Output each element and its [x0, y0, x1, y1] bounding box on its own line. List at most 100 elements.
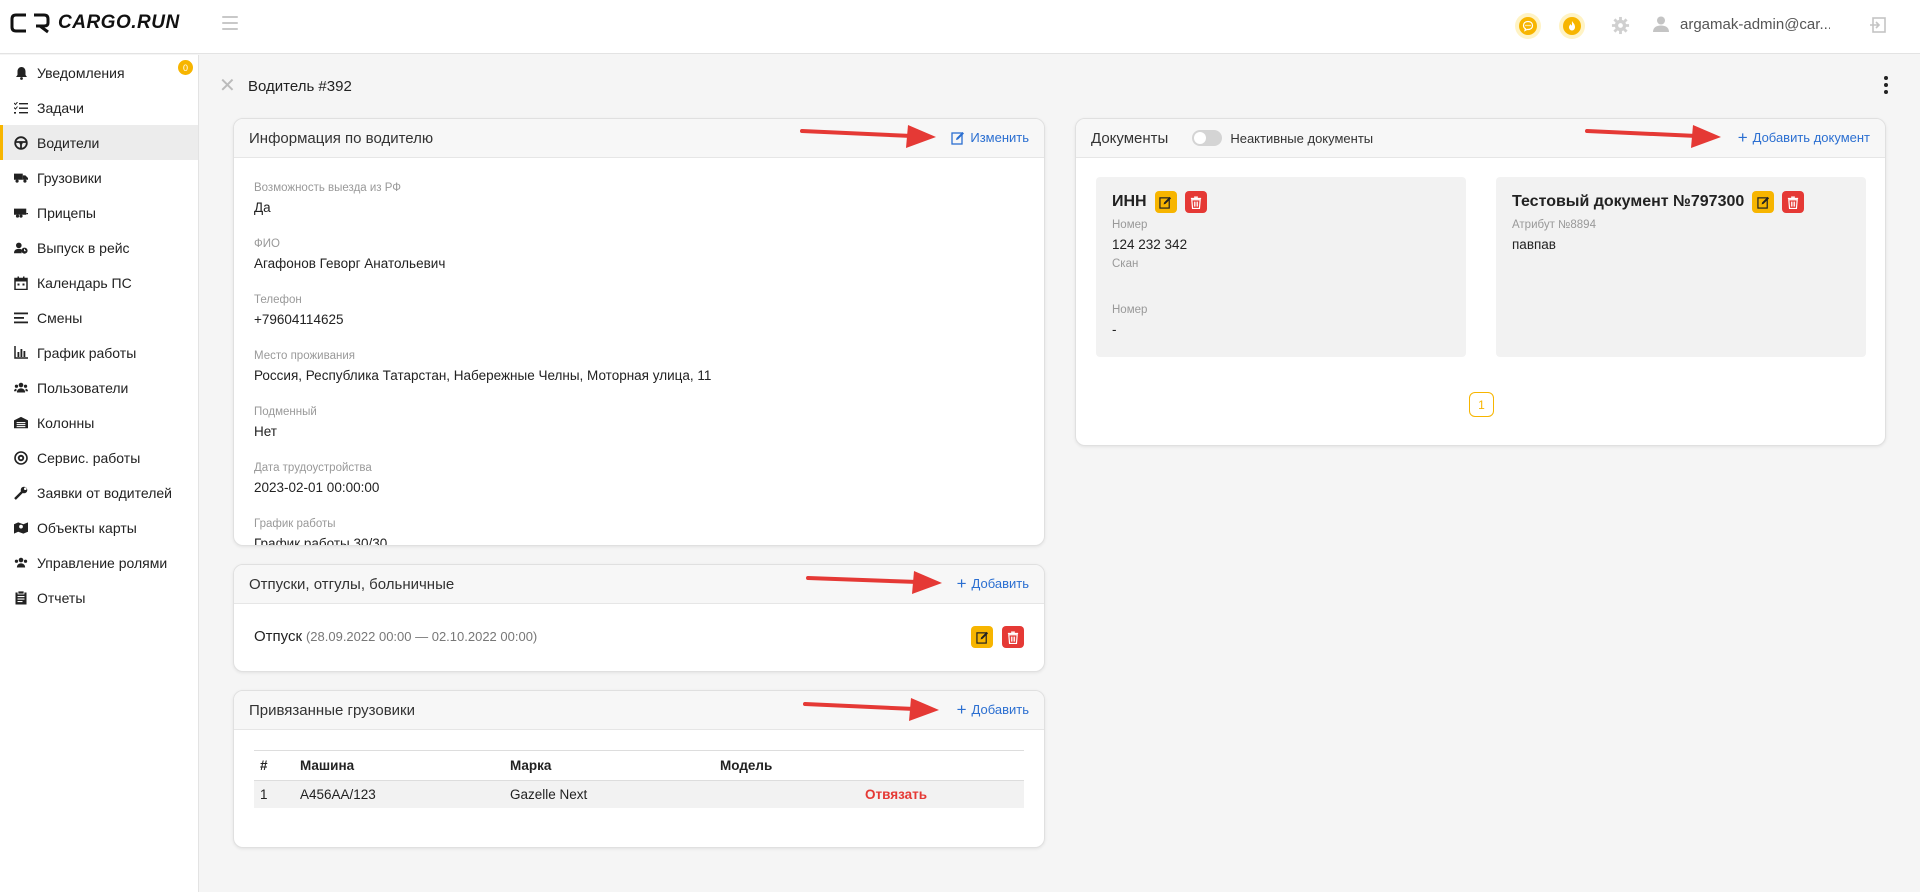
annotation-arrow	[803, 698, 939, 721]
sidebar-item-shifts[interactable]: Смены	[0, 300, 198, 335]
sidebar-item-label: Смены	[37, 309, 83, 326]
add-truck-button[interactable]: + Добавить	[957, 701, 1029, 718]
sidebar-item-notifications[interactable]: Уведомления 0	[0, 55, 198, 90]
annotation-arrow	[806, 571, 942, 594]
bars-icon	[14, 311, 28, 325]
sidebar-item-label: Объекты карты	[37, 519, 137, 536]
roles-icon	[14, 556, 28, 570]
sidebar-item-map-objects[interactable]: Объекты карты	[0, 510, 198, 545]
cell-car: А456АА/123	[294, 780, 504, 808]
driver-info-card: Информация по водителю Изменить Возможно…	[233, 118, 1045, 546]
calendar-icon	[14, 276, 28, 290]
document-field-value: -	[1112, 322, 1117, 337]
sidebar-item-tasks[interactable]: Задачи	[0, 90, 198, 125]
field-substitute: Подменный Нет	[254, 406, 1024, 456]
document-title: ИНН	[1112, 193, 1147, 210]
garage-icon	[14, 416, 28, 430]
cell-model	[714, 780, 859, 808]
logout-icon[interactable]	[1869, 16, 1887, 34]
edit-icon	[1757, 196, 1769, 209]
sidebar-item-label: Пользователи	[37, 379, 129, 396]
vacation-range: (28.09.2022 00:00 — 02.10.2022 00:00)	[305, 629, 538, 644]
column-header: Модель	[714, 750, 859, 781]
field-value: +79604114625	[254, 312, 344, 327]
document-field-label: Номер	[1112, 219, 1148, 231]
sidebar-item-label: Колонны	[37, 414, 95, 431]
field-hire-date: Дата трудоустройства 2023-02-01 00:00:00	[254, 462, 1024, 512]
trucks-table: # Машина Марка Модель 1 А456АА/123 Gazel…	[254, 750, 1024, 808]
delete-vacation-button[interactable]	[1002, 626, 1024, 648]
document-title-row: ИНН	[1112, 191, 1450, 213]
sidebar-item-label: Водители	[37, 134, 100, 151]
user-menu[interactable]: argamak-admin@car...	[1652, 15, 1830, 33]
add-document-button[interactable]: + Добавить документ	[1738, 129, 1870, 146]
edit-icon	[975, 631, 988, 644]
field-fio: ФИО Агафонов Геворг Анатольевич	[254, 238, 1024, 288]
chat-icon[interactable]	[1515, 13, 1541, 39]
field-address: Место проживания Россия, Республика Тата…	[254, 350, 1024, 400]
sidebar-item-label: Грузовики	[37, 169, 102, 186]
top-header: CARGO.RUN argamak-admin@car...	[0, 0, 1920, 54]
document-field-value	[1112, 276, 1450, 294]
field-value: Агафонов Геворг Анатольевич	[254, 256, 446, 271]
sidebar-item-schedule[interactable]: График работы	[0, 335, 198, 370]
sidebar-item-trucks[interactable]: Грузовики	[0, 160, 198, 195]
edit-button[interactable]: Изменить	[951, 130, 1029, 145]
delete-document-button[interactable]	[1184, 191, 1207, 213]
edit-document-button[interactable]	[1154, 191, 1177, 213]
trash-icon	[1788, 195, 1799, 209]
sidebar-item-users[interactable]: Пользователи	[0, 370, 198, 405]
page-title: Водитель #392	[248, 78, 352, 95]
logo-mark-icon	[10, 13, 50, 34]
menu-toggle-icon[interactable]	[222, 16, 238, 30]
sidebar-item-driver-requests[interactable]: Заявки от водителей	[0, 475, 198, 510]
field-label: Возможность выезда из РФ	[254, 182, 402, 194]
add-vacation-button[interactable]: + Добавить	[957, 575, 1029, 592]
sidebar-item-roles[interactable]: Управление ролями	[0, 545, 198, 580]
sidebar-item-label: Выпуск в рейс	[37, 239, 130, 256]
card-title: Информация по водителю	[249, 129, 434, 147]
sidebar-item-columns[interactable]: Колонны	[0, 405, 198, 440]
sidebar-item-drivers[interactable]: Водители	[0, 125, 198, 160]
sidebar: Уведомления 0 Задачи Водители Грузовики …	[0, 55, 199, 892]
add-label: Добавить	[971, 702, 1029, 717]
field-value: Россия, Республика Татарстан, Набережные…	[254, 368, 712, 383]
cell-actions: Отвязать	[859, 780, 1024, 808]
sidebar-item-label: Заявки от водителей	[37, 484, 172, 501]
driver-fields: Возможность выезда из РФ Да ФИО Агафонов…	[234, 158, 1044, 546]
field-value: 2023-02-01 00:00:00	[254, 480, 380, 495]
sidebar-item-service[interactable]: Сервис. работы	[0, 440, 198, 475]
column-header: #	[254, 750, 294, 781]
user-name: argamak-admin@car...	[1680, 15, 1830, 33]
edit-vacation-button[interactable]	[971, 626, 993, 648]
sidebar-item-calendar[interactable]: Календарь ПС	[0, 265, 198, 300]
edit-icon	[1159, 196, 1172, 209]
sidebar-item-trip-release[interactable]: Выпуск в рейс	[0, 230, 198, 265]
field-label: Телефон	[254, 294, 302, 306]
sidebar-item-label: Уведомления	[37, 64, 125, 81]
sidebar-item-reports[interactable]: Отчеты	[0, 580, 198, 615]
logo-text: CARGO.RUN	[58, 12, 180, 33]
gear-icon[interactable]	[1611, 16, 1630, 35]
trash-icon	[1190, 195, 1201, 209]
user-icon	[1653, 16, 1669, 32]
logo[interactable]: CARGO.RUN	[10, 12, 180, 34]
tasks-icon	[14, 101, 28, 115]
field-value: График работы 30/30	[254, 536, 388, 546]
field-work-schedule: График работы График работы 30/30	[254, 518, 1024, 546]
notification-badge: 0	[178, 60, 193, 75]
close-icon[interactable]: ✕	[219, 76, 236, 96]
trucks-table-wrap: # Машина Марка Модель 1 А456АА/123 Gazel…	[234, 730, 1044, 808]
fire-icon[interactable]	[1559, 13, 1585, 39]
field-value: Нет	[254, 424, 277, 439]
edit-document-button[interactable]	[1752, 191, 1775, 213]
sidebar-item-label: Отчеты	[37, 589, 86, 606]
sidebar-item-trailers[interactable]: Прицепы	[0, 195, 198, 230]
document-item: Тестовый документ №797300 Атрибут №8894 …	[1496, 177, 1866, 357]
sidebar-item-label: Прицепы	[37, 204, 96, 221]
inactive-docs-toggle[interactable]	[1192, 130, 1223, 146]
pagination-page[interactable]: 1	[1469, 392, 1494, 417]
more-options-icon[interactable]	[1883, 76, 1889, 94]
unlink-button[interactable]: Отвязать	[865, 787, 927, 802]
delete-document-button[interactable]	[1782, 191, 1805, 213]
